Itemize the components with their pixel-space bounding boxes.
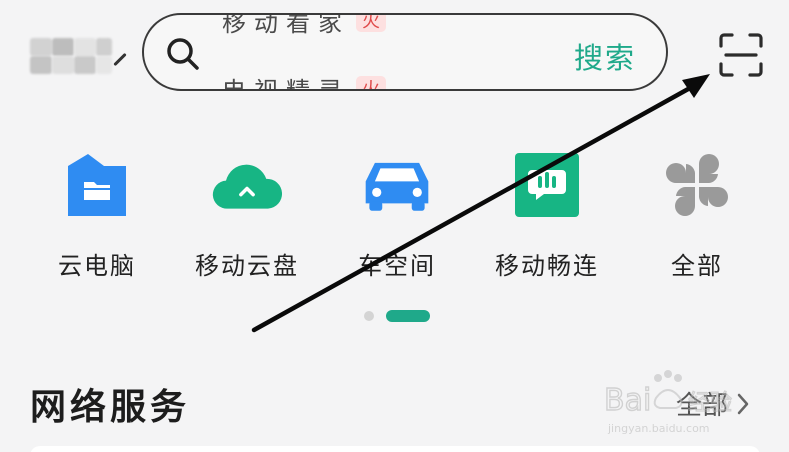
blur-tile	[74, 38, 96, 56]
blur-tile	[96, 56, 112, 74]
hot-search-text: 移动看家	[222, 13, 350, 37]
app-car-space[interactable]: 车空间	[332, 150, 462, 281]
app-grid: 云电脑 移动云盘 车空间 移动畅连 全部	[0, 150, 789, 290]
search-icon[interactable]	[164, 35, 202, 73]
app-label: 云电脑	[58, 252, 136, 280]
app-label: 全部	[671, 252, 723, 280]
app-icon	[512, 150, 582, 220]
app-cloud-pc[interactable]: 云电脑	[32, 150, 162, 281]
chevron-right-icon	[737, 393, 749, 414]
section-all-link[interactable]: 全部	[676, 385, 750, 422]
svg-text:jingyan.baidu.com: jingyan.baidu.com	[607, 422, 710, 435]
svg-text:Bai: Bai	[604, 383, 651, 418]
blurred-username[interactable]	[30, 38, 127, 74]
blur-tile	[96, 38, 112, 56]
hot-search-item[interactable]: 移动看家 火	[222, 15, 386, 45]
app-mobile-connect[interactable]: 移动畅连	[482, 150, 612, 281]
app-icon	[662, 150, 732, 220]
app-label: 车空间	[358, 252, 436, 280]
app-icon	[362, 150, 432, 220]
app-icon	[62, 150, 132, 220]
scan-icon[interactable]	[718, 32, 764, 78]
hot-badge: 火	[356, 15, 386, 32]
blur-tile	[74, 56, 96, 74]
cloud-upload-icon	[212, 164, 282, 209]
four-petal-icon	[666, 154, 728, 216]
search-button[interactable]: 搜索	[574, 35, 636, 77]
app-all[interactable]: 全部	[632, 150, 762, 281]
hot-badge: 火	[356, 76, 386, 89]
divider-slash	[113, 52, 127, 67]
app-mobile-cloud-drive[interactable]: 移动云盘	[182, 150, 312, 281]
app-label: 移动云盘	[195, 252, 299, 280]
blur-tile	[52, 56, 74, 74]
pager-dot-active[interactable]	[386, 310, 430, 322]
pager-dot[interactable]	[364, 311, 374, 321]
car-icon	[365, 162, 429, 211]
blur-tile	[30, 56, 52, 74]
chat-bubble-icon	[515, 153, 579, 217]
blur-tile	[30, 38, 52, 56]
screen: 移动看家 火 电视精灵 火 搜索 云电脑 移动云盘 车空间 移动畅连 全部 网络…	[0, 0, 789, 452]
app-icon	[212, 150, 282, 220]
search-bar[interactable]: 移动看家 火 电视精灵 火 搜索	[142, 13, 668, 91]
section-all-label: 全部	[676, 391, 729, 421]
service-card	[30, 446, 760, 452]
blur-tile	[52, 38, 74, 56]
hot-search-item[interactable]: 电视精灵 火	[222, 73, 386, 91]
section-title: 网络服务	[30, 387, 191, 428]
app-label: 移动畅连	[495, 252, 599, 280]
hot-search-text: 电视精灵	[222, 76, 350, 91]
folder-icon	[68, 154, 126, 216]
